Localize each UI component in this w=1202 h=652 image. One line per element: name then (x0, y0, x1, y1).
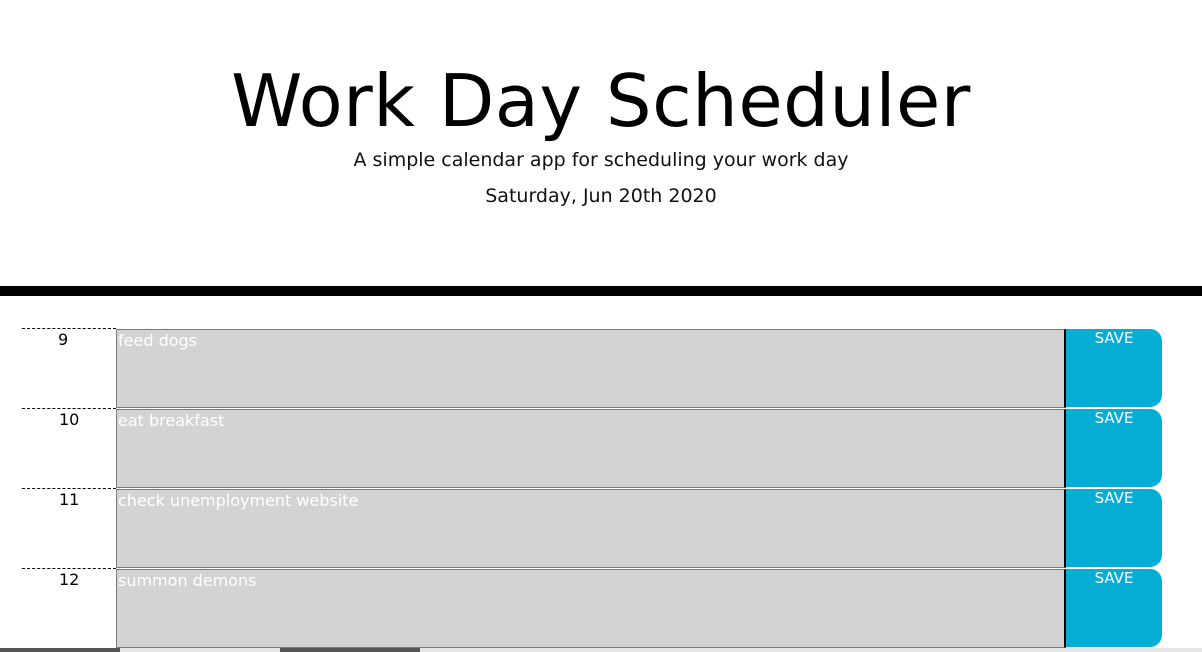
event-description-field[interactable]: check unemployment website (116, 489, 1066, 568)
hour-cell: 10 (22, 408, 116, 488)
save-button[interactable]: SAVE (1066, 329, 1162, 407)
time-block-row: 11 check unemployment website SAVE (0, 488, 1202, 568)
scrollbar-track (505, 648, 1202, 652)
current-date: Saturday, Jun 20th 2020 (485, 185, 717, 207)
event-description-text: summon demons (118, 571, 257, 590)
event-description-text: feed dogs (118, 331, 197, 350)
hour-cell: 11 (22, 488, 116, 568)
save-button-label: SAVE (1094, 569, 1134, 587)
hour-label: 10 (59, 410, 80, 429)
header-divider (0, 286, 1202, 296)
page-title: Work Day Scheduler (231, 59, 971, 143)
time-block-row: 12 summon demons SAVE (0, 568, 1202, 648)
page-subtitle: A simple calendar app for scheduling you… (353, 149, 849, 171)
header: Work Day Scheduler A simple calendar app… (0, 0, 1202, 286)
hour-cell: 9 (22, 328, 116, 408)
save-button-label: SAVE (1094, 489, 1134, 507)
event-description-field[interactable]: summon demons (116, 569, 1066, 648)
time-block-row: 10 eat breakfast SAVE (0, 408, 1202, 488)
event-description-field[interactable]: feed dogs (116, 329, 1066, 408)
save-button[interactable]: SAVE (1066, 409, 1162, 487)
event-description-text: check unemployment website (118, 491, 359, 510)
hour-label: 9 (58, 330, 69, 349)
event-description-field[interactable]: eat breakfast (116, 409, 1066, 488)
hour-label: 11 (59, 490, 80, 509)
save-button-label: SAVE (1094, 329, 1134, 347)
time-block-row: 9 feed dogs SAVE (0, 328, 1202, 408)
hour-cell: 12 (22, 568, 116, 648)
horizontal-scrollbar[interactable] (0, 648, 1202, 652)
hour-label: 12 (59, 570, 80, 589)
scrollbar-segment (280, 648, 420, 652)
scrollbar-segment (0, 648, 120, 652)
save-button[interactable]: SAVE (1066, 489, 1162, 567)
event-description-text: eat breakfast (118, 411, 225, 430)
save-button-label: SAVE (1094, 409, 1134, 427)
save-button[interactable]: SAVE (1066, 569, 1162, 647)
